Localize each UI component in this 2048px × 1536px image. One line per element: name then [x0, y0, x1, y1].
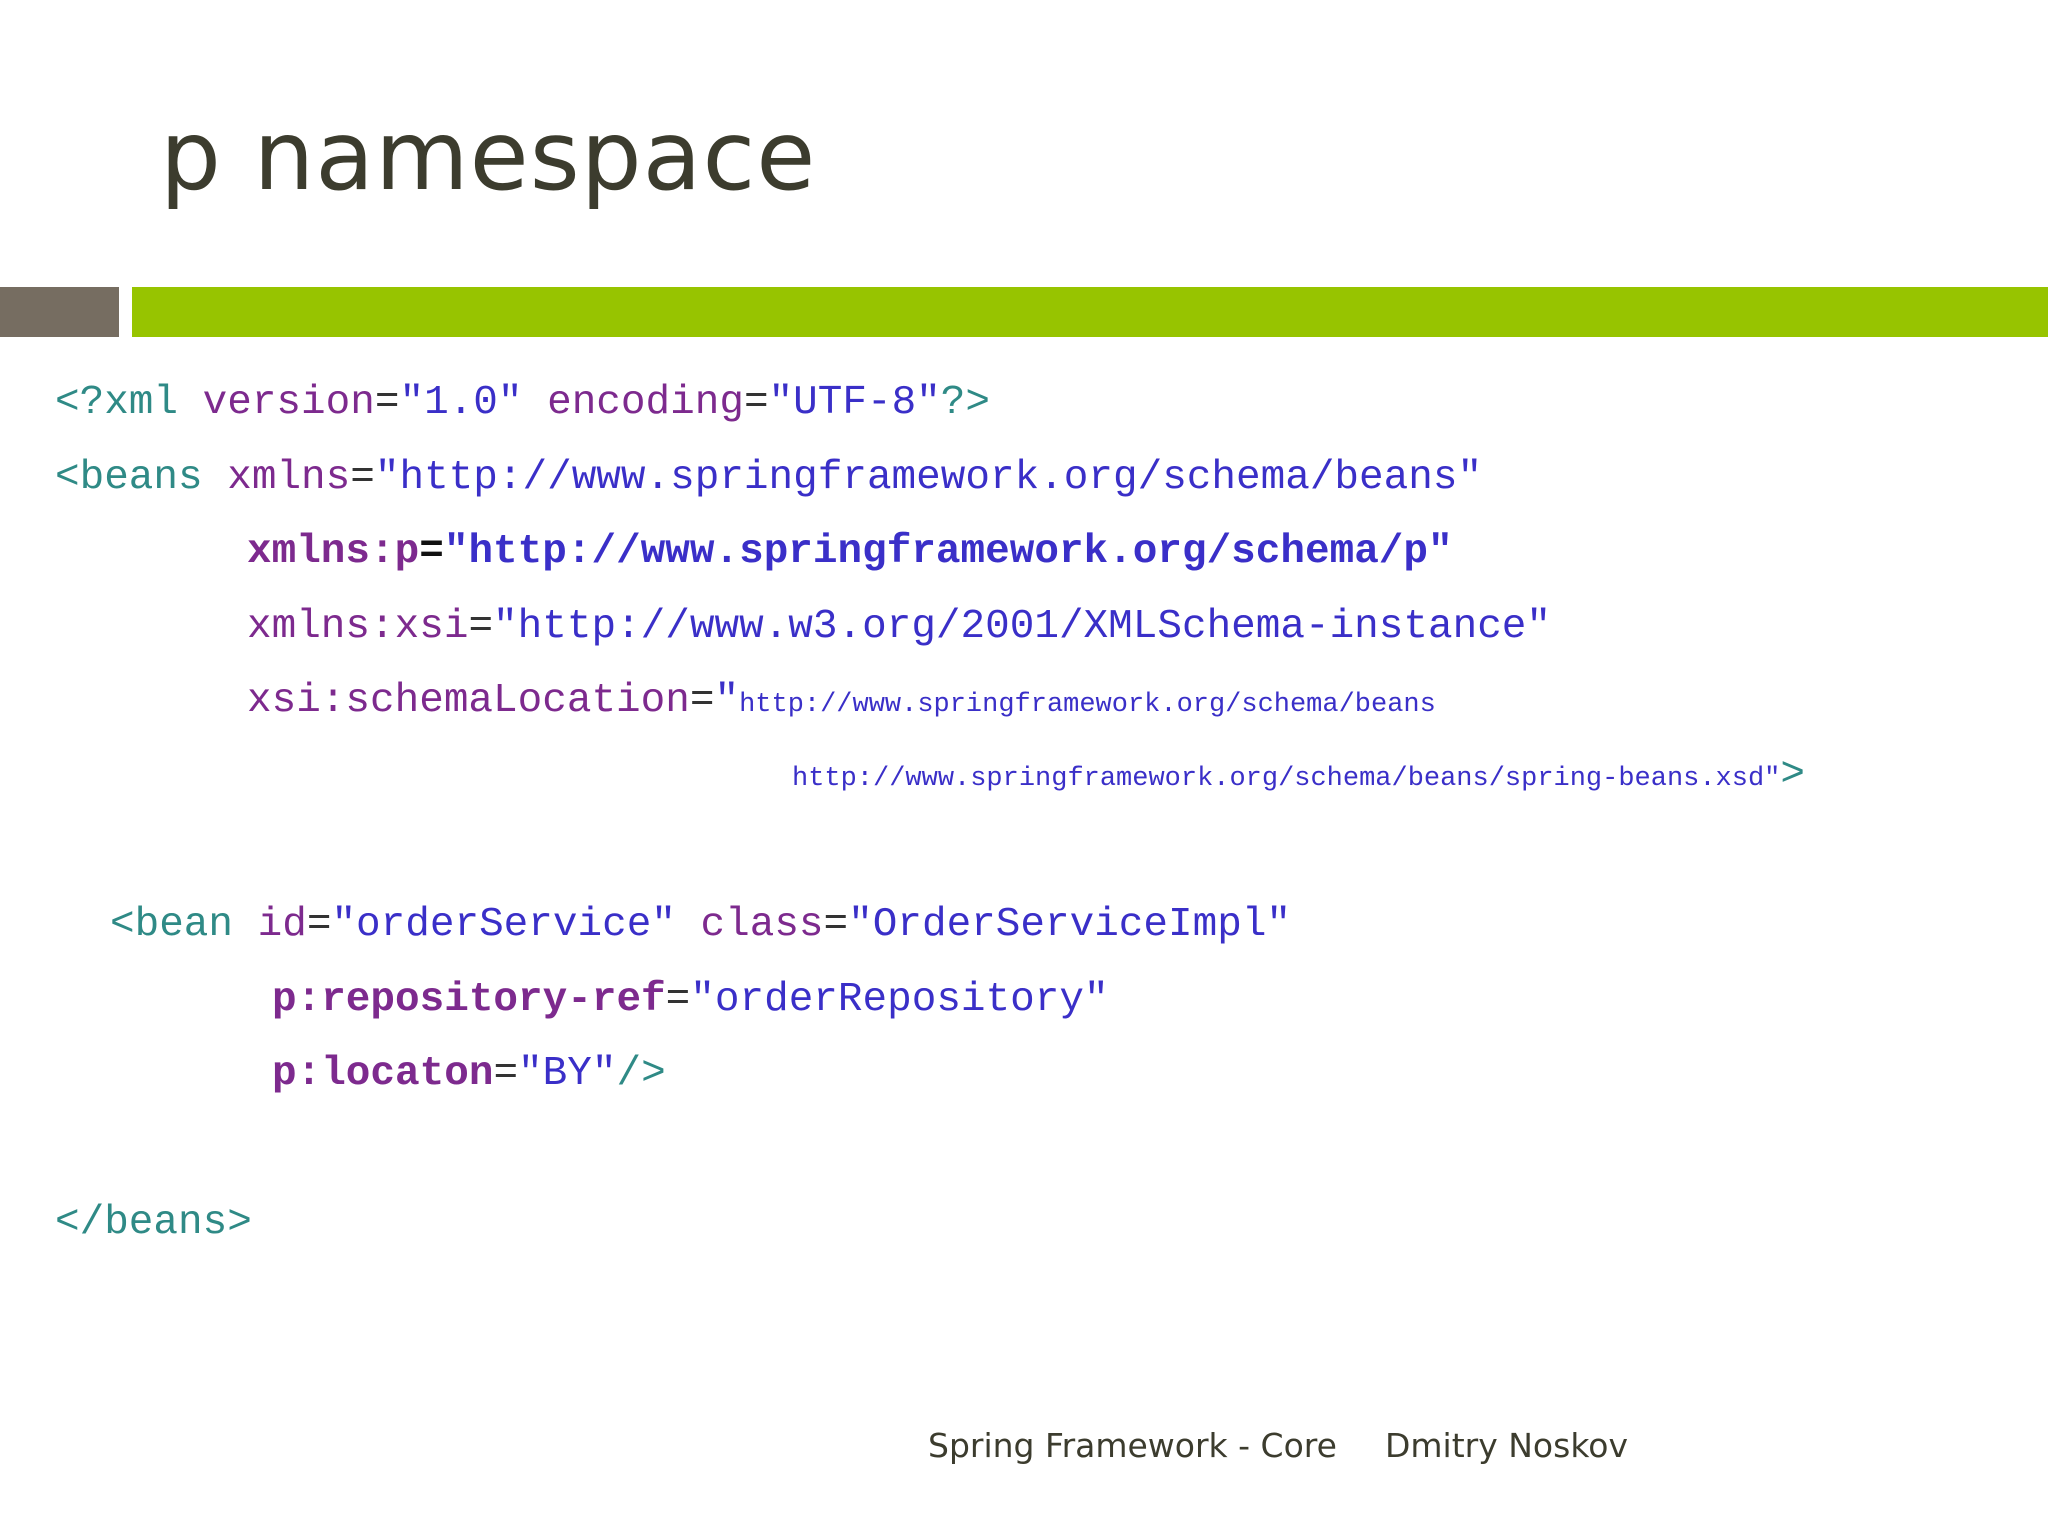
- slide-title: p namespace: [160, 100, 817, 212]
- schema-location-beans-url: http://www.springframework.org/schema/be…: [739, 690, 1436, 720]
- code-line-xmlns-p: xmlns:p="http://www.springframework.org/…: [247, 532, 1453, 573]
- class-value: "OrderServiceImpl": [848, 902, 1292, 948]
- xmlns-value: "http://www.springframework.org/schema/b…: [374, 455, 1483, 501]
- code-line-repository-ref: p:repository-ref="orderRepository": [272, 980, 1109, 1021]
- repository-ref-attr: p:repository-ref: [272, 977, 666, 1023]
- code-line-xmlns-xsi: xmlns:xsi="http://www.w3.org/2001/XMLSch…: [247, 607, 1551, 648]
- code-line-beans-open: <beans xmlns="http://www.springframework…: [55, 458, 1482, 499]
- code-block: <?xml version="1.0" encoding="UTF-8"?> <…: [55, 383, 1805, 1303]
- xmlns-p-value: "http://www.springframework.org/schema/p…: [443, 529, 1453, 575]
- footer-course: Spring Framework - Core: [928, 1426, 1337, 1465]
- id-value: "orderService": [331, 902, 701, 948]
- code-line-xml-declaration: <?xml version="1.0" encoding="UTF-8"?>: [55, 383, 990, 424]
- equals-sign: =: [689, 678, 715, 724]
- equals-sign: =: [493, 1051, 519, 1097]
- xml-decl-open: <?xml: [55, 380, 203, 426]
- locaton-attr: p:locaton: [272, 1051, 494, 1097]
- equals-sign: =: [350, 455, 375, 501]
- equals-sign: =: [743, 380, 769, 426]
- equals-sign: =: [306, 902, 332, 948]
- version-attr: version: [202, 380, 375, 426]
- class-attr: class: [700, 902, 824, 948]
- repository-ref-value: "orderRepository": [690, 977, 1109, 1023]
- equals-sign: =: [419, 529, 444, 575]
- header-bar-left: [0, 287, 119, 337]
- xmlns-attr: xmlns: [227, 455, 351, 501]
- equals-sign: =: [823, 902, 849, 948]
- id-attr: id: [257, 902, 307, 948]
- equals-sign: =: [468, 604, 494, 650]
- code-line-schema-xsd: http://www.springframework.org/schema/be…: [792, 755, 1805, 796]
- footer-author: Dmitry Noskov: [1385, 1426, 1628, 1465]
- code-line-bean-open: <bean id="orderService" class="OrderServ…: [110, 905, 1291, 946]
- bean-tag-self-close: />: [616, 1051, 666, 1097]
- beans-tag-close: </beans>: [55, 1200, 252, 1246]
- schema-location-xsd-url: http://www.springframework.org/schema/be…: [792, 764, 1781, 794]
- version-value: "1.0": [399, 380, 548, 426]
- code-line-beans-close: </beans>: [55, 1203, 252, 1244]
- xmlns-p-attr: xmlns:p: [247, 529, 420, 575]
- xml-decl-close: ?>: [940, 380, 990, 426]
- beans-tag-close-bracket: >: [1780, 752, 1805, 798]
- xmlns-xsi-attr: xmlns:xsi: [247, 604, 469, 650]
- beans-tag-open: <beans: [55, 455, 228, 501]
- code-line-schema-location: xsi:schemaLocation="http://www.springfra…: [247, 681, 1436, 722]
- schema-location-attr: xsi:schemaLocation: [247, 678, 690, 724]
- header-bar-right: [132, 287, 2048, 337]
- encoding-value: "UTF-8": [768, 380, 941, 426]
- locaton-value: "BY": [518, 1051, 617, 1097]
- bean-tag-open: <bean: [110, 902, 258, 948]
- equals-sign: =: [374, 380, 400, 426]
- encoding-attr: encoding: [547, 380, 744, 426]
- xmlns-xsi-value: "http://www.w3.org/2001/XMLSchema-instan…: [493, 604, 1552, 650]
- code-line-locaton: p:locaton="BY"/>: [272, 1054, 666, 1095]
- quote-mark: ": [714, 678, 740, 724]
- equals-sign: =: [665, 977, 691, 1023]
